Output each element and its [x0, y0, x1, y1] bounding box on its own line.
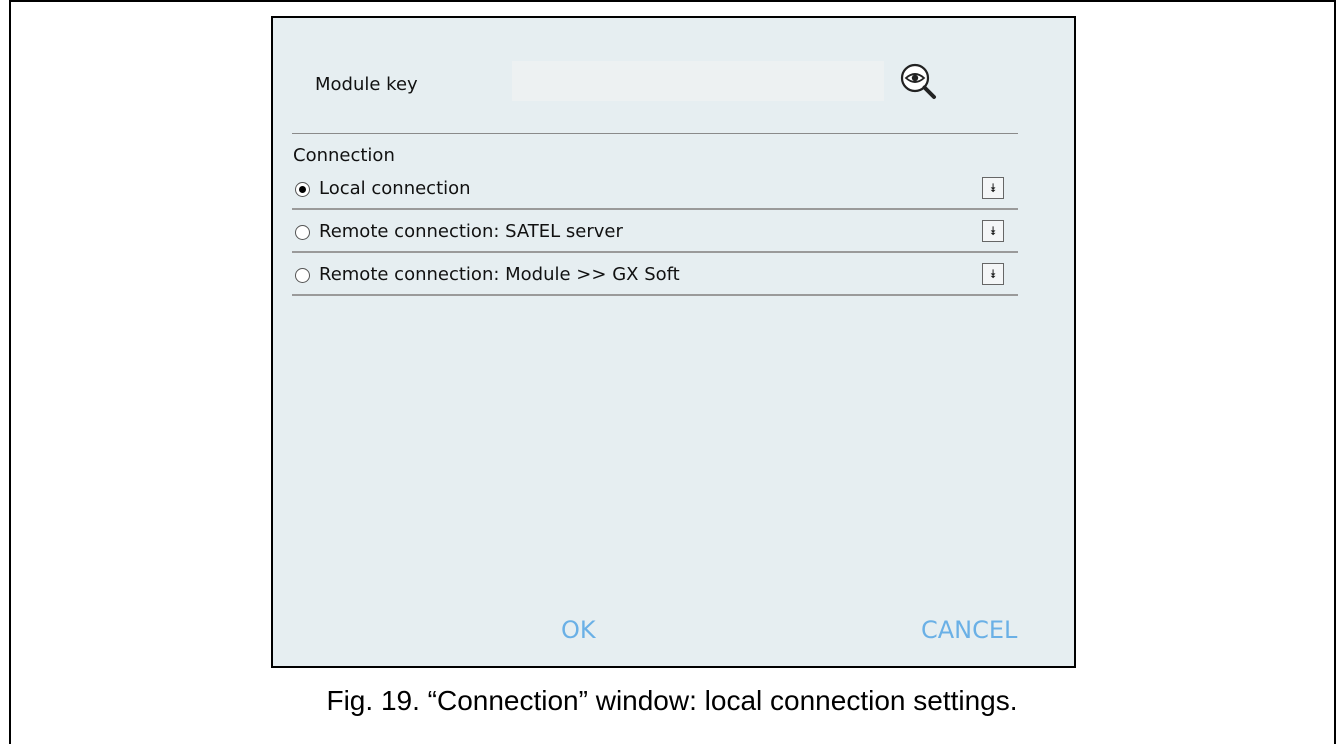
option-label: Remote connection: SATEL server: [319, 221, 623, 242]
radio-remote-module-gx-soft[interactable]: [295, 268, 310, 283]
option-remote-satel-server[interactable]: Remote connection: SATEL server ⯯: [292, 215, 1018, 253]
module-key-label: Module key: [315, 74, 418, 95]
connection-dialog: Module key Connection Local connection ⯯…: [271, 16, 1076, 668]
double-chevron-down-icon[interactable]: ⯯: [982, 177, 1004, 199]
module-key-input[interactable]: [512, 61, 884, 101]
divider: [292, 133, 1018, 134]
ok-button[interactable]: OK: [561, 616, 596, 644]
radio-local-connection[interactable]: [295, 182, 310, 197]
radio-remote-satel-server[interactable]: [295, 225, 310, 240]
figure-caption: Fig. 19. “Connection” window: local conn…: [326, 685, 1018, 716]
connection-heading: Connection: [293, 145, 395, 166]
option-label: Remote connection: Module >> GX Soft: [319, 264, 680, 285]
option-remote-module-gx-soft[interactable]: Remote connection: Module >> GX Soft ⯯: [292, 258, 1018, 296]
option-label: Local connection: [319, 178, 471, 199]
double-chevron-down-icon[interactable]: ⯯: [982, 263, 1004, 285]
double-chevron-down-icon[interactable]: ⯯: [982, 220, 1004, 242]
row-divider: [292, 251, 1018, 253]
row-divider: [292, 294, 1018, 296]
cancel-button[interactable]: CANCEL: [921, 616, 1017, 644]
option-local-connection[interactable]: Local connection ⯯: [292, 172, 1018, 210]
eye-magnifier-icon: [900, 63, 936, 99]
show-key-button[interactable]: [899, 62, 941, 104]
row-divider: [292, 208, 1018, 210]
